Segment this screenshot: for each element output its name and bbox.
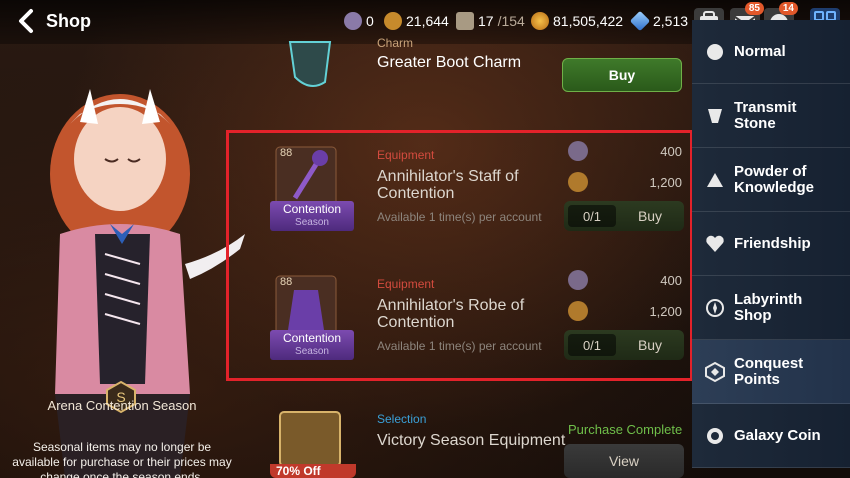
notice-badge: 14 (778, 2, 798, 15)
item-name: Victory Season Equipment (377, 432, 566, 449)
item-level: 88 (280, 147, 293, 159)
sidebar-item-label: Powder of Knowledge (734, 162, 815, 196)
gold-count: 81,505,422 (553, 13, 624, 29)
shopkeeper-character-art (50, 89, 245, 478)
price-row-1: 400 (568, 141, 682, 161)
arena-flag-count: 0 (366, 13, 374, 29)
crest-icon (568, 172, 588, 192)
buy-label: Buy (637, 337, 663, 353)
crest-resource[interactable]: 21,644 (384, 12, 449, 30)
sidebar-item-label: Transmit Stone (734, 98, 797, 132)
arena-flag-icon (568, 270, 588, 290)
sidebar-item-transmit-stone[interactable]: Transmit Stone (692, 84, 850, 148)
purchase-limit: 0/1 (568, 334, 616, 356)
sidebar-item-conquest-points[interactable]: Conquest Points (692, 340, 850, 404)
conquest-icon (705, 361, 725, 382)
view-button[interactable]: View (564, 444, 684, 478)
item-availability: Available 1 time(s) per account (377, 339, 542, 353)
buy-button[interactable]: 0/1 Buy (564, 330, 684, 360)
normal-shop-icon (707, 43, 723, 60)
sidebar-item-galaxy-coin[interactable]: Galaxy Coin (692, 404, 850, 468)
compass-icon (706, 298, 724, 317)
item-name: Annihilator's Robe of Contention (377, 297, 525, 331)
crest-count: 21,644 (406, 13, 449, 29)
tag-title: Contention (282, 202, 342, 216)
stamina-max: /154 (497, 13, 525, 29)
skystone-resource[interactable]: 2,513 (629, 10, 689, 32)
galaxy-coin-icon (707, 427, 723, 444)
crest-icon (384, 12, 402, 30)
season-note: Seasonal items may no longer be availabl… (12, 440, 232, 478)
sidebar-item-normal[interactable]: Normal (692, 20, 850, 84)
page-title: Shop (46, 11, 91, 31)
contention-season-tag: Contention Season (270, 330, 354, 360)
item-name: Annihilator's Staff of Contention (377, 168, 519, 202)
heart-icon (706, 235, 724, 252)
shop-item-victory-selection[interactable]: 70% Off Selection Victory Season Equipme… (262, 398, 692, 478)
item-availability: Available 1 time(s) per account (377, 210, 542, 224)
gold-coin-icon (531, 12, 549, 30)
buy-button[interactable]: 0/1 Buy (564, 201, 684, 231)
buy-label: Buy (608, 67, 636, 83)
arena-flag-resource[interactable]: 0 (344, 12, 374, 30)
sidebar-item-label: Friendship (734, 234, 811, 252)
tag-subtitle: Season (295, 346, 329, 357)
mail-badge: 85 (744, 2, 764, 15)
tag-subtitle: Season (295, 217, 329, 228)
season-label: Arena Contention Season (47, 398, 197, 413)
item-category: Equipment (377, 148, 435, 162)
gold-resource[interactable]: 81,505,422 (531, 12, 623, 30)
character-panel: S Arena Contention Season Seasonal items… (0, 44, 245, 478)
sidebar-item-friendship[interactable]: Friendship (692, 212, 850, 276)
sidebar-item-label: Labyrinth Shop (734, 290, 803, 324)
price-value: 1,200 (649, 303, 682, 319)
item-category: Equipment (377, 277, 435, 291)
stamina-resource[interactable]: 17/154 (456, 12, 525, 30)
tag-title: Contention (282, 331, 342, 345)
item-category: Charm (377, 36, 414, 50)
skystone-icon (629, 10, 651, 32)
price-value: 1,200 (649, 174, 682, 190)
buy-button[interactable]: Buy (562, 58, 682, 92)
shop-category-sidebar: Normal Transmit Stone Powder of Knowledg… (692, 20, 850, 478)
sidebar-item-labyrinth[interactable]: Labyrinth Shop (692, 276, 850, 340)
buy-label: Buy (637, 208, 663, 224)
item-name: Greater Boot Charm (377, 54, 522, 71)
back-arrow-icon[interactable] (12, 6, 42, 36)
contention-season-tag: Contention Season (270, 201, 354, 231)
powder-icon (707, 172, 723, 187)
arena-flag-icon (568, 141, 588, 161)
skystone-count: 2,513 (653, 13, 689, 29)
price-row-1: 400 (568, 270, 682, 290)
price-value: 400 (660, 272, 682, 288)
sidebar-item-powder[interactable]: Powder of Knowledge (692, 148, 850, 212)
boot-charm-thumbnail (288, 41, 332, 87)
discount-label: 70% Off (276, 464, 321, 478)
shop-item-robe[interactable]: 88 Contention Season Equipment Annihilat… (262, 264, 692, 384)
shop-item-boot-charm[interactable]: Charm Greater Boot Charm Buy (262, 32, 692, 122)
sidebar-item-label: Conquest Points (734, 354, 804, 388)
transmit-stone-icon (708, 108, 722, 123)
shop-item-staff[interactable]: 88 Contention Season Equipment Annihilat… (262, 135, 692, 255)
price-value: 400 (660, 143, 682, 159)
price-row-2: 1,200 (568, 301, 682, 321)
purchase-limit: 0/1 (568, 205, 616, 227)
view-label: View (608, 453, 640, 469)
item-level: 88 (280, 276, 293, 288)
sidebar-item-label: Normal (734, 42, 786, 60)
sidebar-item-label: Galaxy Coin (734, 426, 821, 444)
price-row-2: 1,200 (568, 172, 682, 192)
arena-flag-icon (344, 12, 362, 30)
purchase-status: Purchase Complete (568, 422, 683, 437)
stamina-count: 17 (478, 13, 494, 29)
stamina-icon (456, 12, 474, 30)
item-category: Selection (377, 412, 427, 426)
crest-icon (568, 301, 588, 321)
